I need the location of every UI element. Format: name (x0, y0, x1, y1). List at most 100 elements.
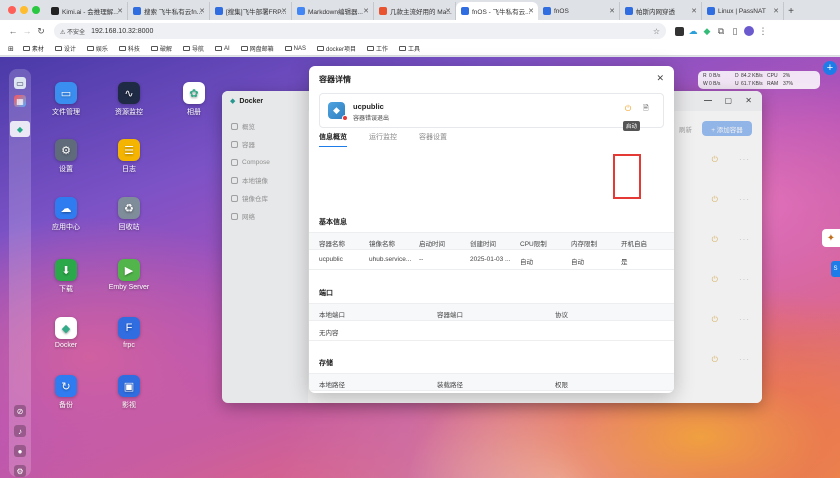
log-file-icon[interactable]: 🗎 (643, 104, 653, 114)
bookmark-label: NAS (293, 45, 306, 52)
storage-header-row: 本地路径 装载路径 权限 (309, 373, 674, 391)
new-tab-button[interactable]: + (784, 2, 798, 20)
reload-icon[interactable]: ↻ (34, 24, 48, 38)
security-badge[interactable]: ⚠ 不安全 (60, 27, 85, 36)
apps-grid-icon[interactable]: ⊞ (8, 45, 14, 53)
app-label: 文件管理 (52, 109, 80, 116)
bookmark-folder[interactable]: docker项目 (317, 44, 356, 53)
bookmark-folder[interactable]: AI (214, 44, 230, 53)
tab-close-icon[interactable]: ✕ (691, 7, 697, 15)
browser-tab[interactable]: Kimi.ai - 会推理解... ✕ (46, 2, 128, 20)
minimize-window-button[interactable] (20, 6, 28, 14)
desktop-app[interactable]: ↻ 备份 (36, 375, 96, 410)
start-power-icon[interactable]: ⏻ (623, 104, 633, 114)
dock-link-icon[interactable]: ⊘ (14, 405, 26, 417)
back-icon[interactable]: ← (6, 24, 20, 38)
ports-empty-row: 无内容 (309, 321, 674, 341)
add-widget-button[interactable]: + (823, 61, 837, 75)
maximize-window-button[interactable] (32, 6, 40, 14)
bookmark-folder[interactable]: 科技 (118, 44, 140, 53)
container-name: ucpublic (353, 102, 384, 111)
bookmark-folder[interactable]: 素材 (22, 44, 44, 53)
desktop-app[interactable]: ∿ 资源监控 (99, 82, 159, 117)
tab-label: Kimi.ai - 会推理解... (62, 9, 119, 16)
modal-tab[interactable]: 容器设置 (419, 132, 447, 142)
bookmark-folder[interactable]: 网盘邮箱 (240, 44, 274, 53)
dock-bell-icon[interactable]: ♪ (14, 425, 26, 437)
side-tool-icon[interactable]: ✦ (822, 229, 840, 247)
dock-docker-icon[interactable]: ◆ (10, 121, 30, 137)
modal-tab[interactable]: 信息概览 (319, 132, 347, 147)
tab-close-icon[interactable]: ✕ (117, 7, 123, 15)
desktop-app[interactable]: ⬇ 下载 (36, 259, 96, 294)
ports-header-row: 本地端口 容器端口 协议 (309, 303, 674, 321)
dock-monitor-icon[interactable]: ▭ (14, 77, 26, 89)
desktop-app[interactable]: ◆ Docker (36, 317, 96, 349)
desktop-app[interactable]: ▶ Emby Server (99, 259, 159, 291)
address-bar[interactable]: ⚠ 不安全 192.168.10.32:8000 ☆ (54, 23, 666, 39)
desktop-app[interactable]: ♻ 回收站 (99, 197, 159, 232)
star-icon[interactable]: ☆ (653, 27, 660, 36)
desktop-app[interactable]: ▭ 文件管理 (36, 82, 96, 117)
browser-tab[interactable]: fnOS - 飞牛私有云... ✕ (456, 2, 538, 20)
desktop-app[interactable]: ⚙ 设置 (36, 139, 96, 174)
desktop-app[interactable]: ▣ 影视 (99, 375, 159, 410)
emby-icon: ▶ (118, 259, 140, 281)
dock-settings-icon[interactable]: ⚙ (14, 465, 26, 477)
desktop-app[interactable]: ✿ 相册 (164, 82, 224, 117)
bookmark-label: 设计 (63, 47, 76, 53)
bookmark-label: 素材 (31, 47, 44, 53)
tab-favicon-icon (297, 7, 305, 15)
bookmark-folder[interactable]: 工具 (399, 44, 420, 53)
browser-tab[interactable]: Markdown编辑器... ✕ (292, 2, 374, 20)
tab-favicon-icon (543, 7, 551, 15)
browser-tab[interactable]: fnOS ✕ (538, 2, 620, 20)
puzzle-extension-icon[interactable]: ◆ (700, 24, 714, 38)
modal-tab[interactable]: 运行监控 (369, 132, 397, 142)
tab-close-icon[interactable]: ✕ (281, 7, 287, 15)
folder-icon: ▭ (55, 82, 77, 104)
tab-close-icon[interactable]: ✕ (773, 7, 779, 15)
tab-close-icon[interactable]: ✕ (609, 7, 615, 15)
tab-close-icon[interactable]: ✕ (199, 7, 205, 15)
bookmark-folder[interactable]: 工作 (367, 44, 388, 53)
folder-icon (367, 46, 375, 51)
highlight-box (613, 154, 641, 199)
close-window-button[interactable] (8, 6, 16, 14)
dock-apps-icon[interactable]: ▦ (14, 95, 26, 107)
bookmark-folder[interactable]: 破解 (150, 44, 172, 53)
desktop-app[interactable]: ☁ 应用中心 (36, 197, 96, 232)
dock-user-icon[interactable]: ● (14, 445, 26, 457)
browser-tab[interactable]: 帕斯内网穿透 ✕ (620, 2, 702, 20)
bookmark-folder[interactable]: 导航 (182, 44, 204, 53)
browser-tab[interactable]: [搜集]飞牛部署FRP... ✕ (210, 2, 292, 20)
extension-icon[interactable] (672, 24, 686, 38)
browser-tab[interactable]: 搜索 飞牛私有云fn... ✕ (128, 2, 210, 20)
bookmark-folder[interactable]: 设计 (54, 44, 76, 53)
desktop-app[interactable]: ☰ 日志 (99, 139, 159, 174)
extensions-icon[interactable]: ⧉ (714, 24, 728, 38)
side-tab-icon[interactable]: S (831, 261, 840, 277)
bookmark-folder[interactable]: 娱乐 (86, 44, 108, 53)
tab-close-icon[interactable]: ✕ (363, 7, 369, 15)
desktop-app[interactable]: Ffrpc (99, 317, 159, 349)
bookmark-folder[interactable]: NAS (284, 44, 306, 53)
app-label: Emby Server (108, 284, 150, 291)
forward-icon[interactable]: → (20, 24, 34, 38)
tab-close-icon[interactable]: ✕ (528, 7, 534, 15)
start-tooltip: 启动 (623, 121, 641, 131)
modal-tabs: 信息概览 运行监控 容器设置 (319, 132, 447, 147)
modal-close-icon[interactable]: ✕ (656, 73, 664, 84)
sidepanel-icon[interactable]: ▯ (728, 24, 742, 38)
menu-icon[interactable]: ⋮ (756, 24, 770, 38)
app-center-icon: ☁ (55, 197, 77, 219)
tab-close-icon[interactable]: ✕ (445, 7, 451, 15)
net-read-value: 0 B/s (709, 73, 721, 79)
tab-label: 几款主流好用的 Ma... (390, 9, 452, 16)
error-status-dot (342, 115, 348, 121)
avatar[interactable] (742, 24, 756, 38)
bookmark-label: 科技 (127, 47, 140, 53)
cloud-extension-icon[interactable]: ☁ (686, 24, 700, 38)
browser-tab[interactable]: Linux | PassNAT ✕ (702, 2, 784, 20)
browser-tab[interactable]: 几款主流好用的 Ma... ✕ (374, 2, 456, 20)
